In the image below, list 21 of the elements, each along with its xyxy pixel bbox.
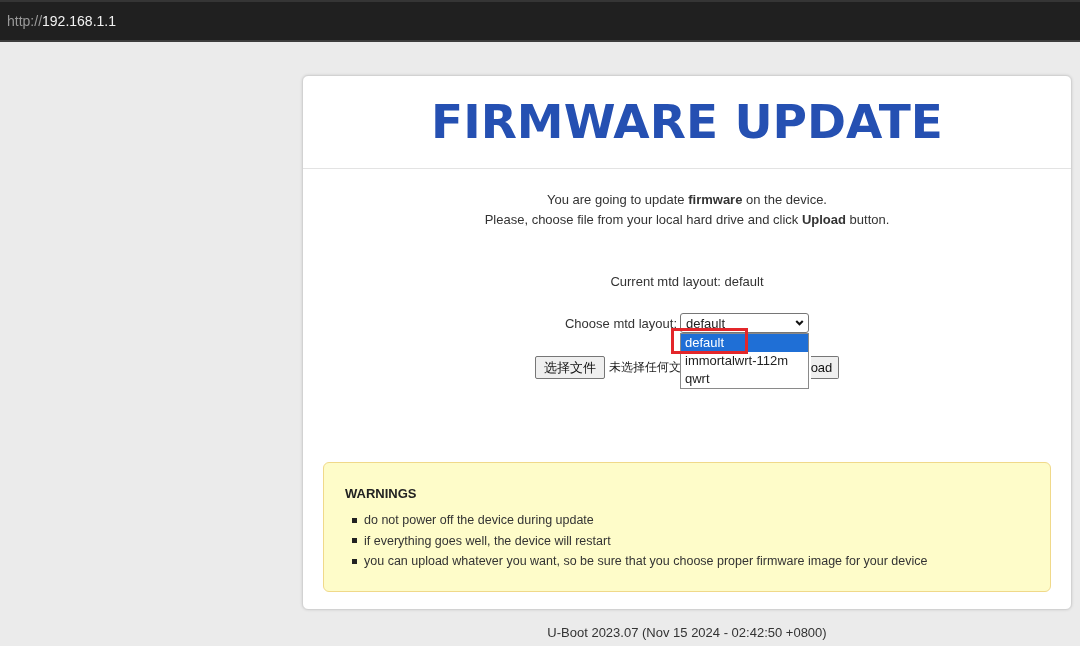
dropdown-option[interactable]: immortalwrt-112m [681, 352, 808, 370]
intro-text: Please, choose file from your local hard drive and click Upload button. [484, 211, 890, 229]
bullet-icon [352, 558, 357, 564]
file-status-text: 未选择任何文 [608, 360, 681, 375]
intro-text: You are going to update firmware on the device. [547, 191, 827, 209]
warning-title: WARNINGS [345, 485, 418, 503]
warning-item: you can upload whatever you want, so be sure that you choose proper firmware image for your device [364, 554, 928, 569]
dropdown-option[interactable]: qwrt [681, 370, 808, 388]
choose-file-button[interactable]: 选择文件 [534, 356, 605, 379]
warning-item: do not power off the device during update [364, 513, 594, 528]
page-title: FIRMWARE UPDATE [431, 94, 943, 150]
version-text: U-Boot 2023.07 (Nov 15 2024 - 02:42:50 +0800) [547, 625, 827, 641]
bullet-icon [352, 517, 357, 523]
current-layout-text: Current mtd layout: default [610, 273, 764, 291]
bullet-icon [352, 538, 357, 544]
layout-select[interactable]: default [680, 313, 809, 333]
warning-item: if everything goes well, the device will restart [364, 533, 611, 548]
upload-button[interactable]: oad [810, 356, 840, 379]
address-field[interactable]: http://192.168.1.1 [7, 12, 116, 30]
layout-label: Choose mtd layout: [565, 315, 677, 331]
chevron-down-icon [795, 320, 804, 326]
